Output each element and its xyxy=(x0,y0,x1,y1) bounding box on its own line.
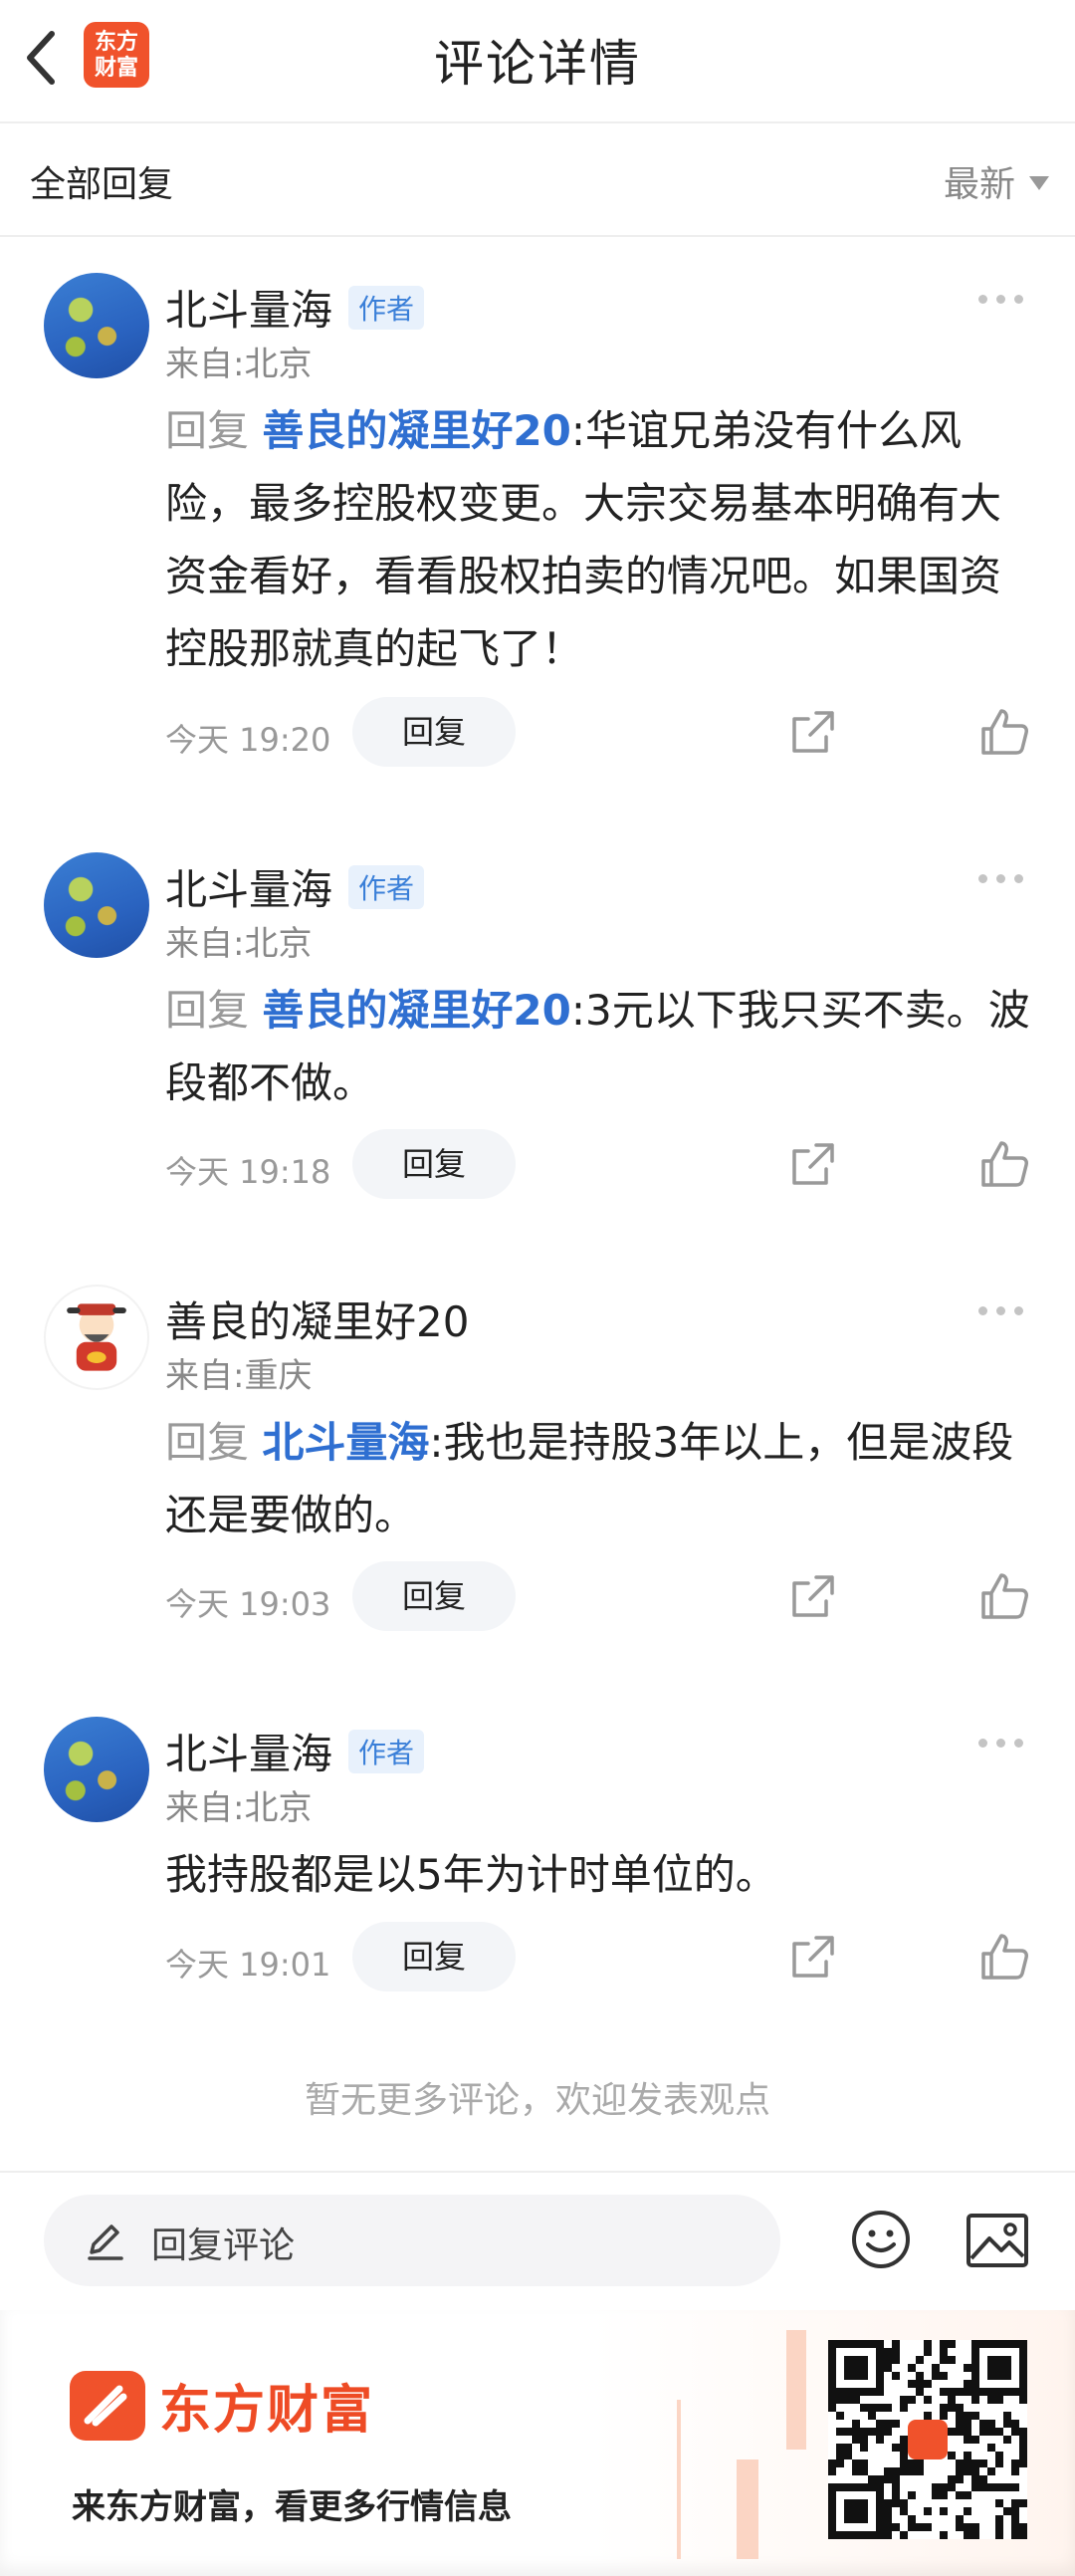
chevron-down-icon xyxy=(1029,176,1049,190)
decor-candle xyxy=(737,2459,758,2559)
reply-input[interactable]: 回复评论 xyxy=(44,2195,780,2286)
god-of-wealth-avatar xyxy=(67,1303,126,1371)
share-icon[interactable] xyxy=(788,1571,838,1621)
reply-button[interactable]: 回复 xyxy=(352,1129,516,1199)
comment-meta: 今天 19:20 回复 xyxy=(165,697,1041,767)
reply-to-user[interactable]: 善良的凝里好20 xyxy=(262,986,570,1035)
timestamp: 今天 19:01 xyxy=(165,1946,331,1984)
comment-text: 回复 善良的凝里好20:华谊兄弟没有什么风险，最多控股权变更。大宗交易基本明确有… xyxy=(165,394,1031,685)
brand-mark-icon xyxy=(70,2370,145,2441)
timestamp: 今天 19:20 xyxy=(165,721,331,759)
all-replies-label: 全部回复 xyxy=(30,164,174,205)
comment-meta: 今天 19:03 回复 xyxy=(165,1561,1041,1631)
comment-item: 北斗量海 作者 来自:北京 回复 善良的凝里好20:3元以下我只买不卖。波段都不… xyxy=(0,817,1075,1245)
sort-label: 最新 xyxy=(943,164,1015,205)
reply-button[interactable]: 回复 xyxy=(352,1561,516,1631)
reply-to-user[interactable]: 北斗量海 xyxy=(262,1418,429,1467)
comment-author[interactable]: 北斗量海 作者 xyxy=(165,277,425,338)
reply-prefix: 回复 xyxy=(165,1418,250,1467)
comment-author[interactable]: 北斗量海 作者 xyxy=(165,1721,425,1781)
timestamp: 今天 19:03 xyxy=(165,1585,331,1623)
avatar[interactable] xyxy=(44,273,149,378)
comment-author[interactable]: 北斗量海 作者 xyxy=(165,856,425,917)
avatar[interactable] xyxy=(44,852,149,958)
image-icon[interactable] xyxy=(966,2213,1029,2268)
like-icon[interactable] xyxy=(977,705,1031,759)
share-icon[interactable] xyxy=(788,707,838,757)
more-icon[interactable] xyxy=(978,1306,1023,1315)
promo-slogan: 来东方财富，看更多行情信息 xyxy=(72,2487,512,2527)
location-label: 来自:重庆 xyxy=(165,1356,313,1396)
page-title: 评论详情 xyxy=(434,35,641,93)
reply-prefix: 回复 xyxy=(165,986,250,1035)
author-name: 北斗量海 xyxy=(165,286,333,335)
decor-candle xyxy=(677,2400,681,2559)
author-badge: 作者 xyxy=(348,1729,425,1773)
top-bar: 东方 财富 评论详情 xyxy=(0,0,1075,123)
author-name: 北斗量海 xyxy=(165,1730,333,1778)
comment-item: 北斗量海 作者 来自:北京 我持股都是以5年为计时单位的。 今天 19:01 回… xyxy=(0,1681,1075,2039)
brand-name: 东方财富 xyxy=(159,2381,375,2441)
comment-body: 我持股都是以5年为计时单位的。 xyxy=(165,1850,777,1899)
like-icon[interactable] xyxy=(977,1930,1031,1984)
like-icon[interactable] xyxy=(977,1137,1031,1191)
emoji-icon[interactable] xyxy=(850,2209,912,2270)
author-name: 善良的凝里好20 xyxy=(165,1297,470,1346)
comment-item: 北斗量海 作者 来自:北京 回复 善良的凝里好20:华谊兄弟没有什么风险，最多控… xyxy=(0,237,1075,815)
share-icon[interactable] xyxy=(788,1932,838,1982)
location-label: 来自:北京 xyxy=(165,345,313,384)
brand-logo: 东方财富 xyxy=(70,2368,374,2443)
reply-input-bar: 回复评论 xyxy=(0,2171,1075,2308)
avatar[interactable] xyxy=(44,1717,149,1822)
sort-dropdown[interactable]: 最新 xyxy=(944,155,1049,207)
comment-text: 回复 善良的凝里好20:3元以下我只买不卖。波段都不做。 xyxy=(165,974,1031,1119)
comment-meta: 今天 19:18 回复 xyxy=(165,1129,1041,1199)
no-more-comments: 暂无更多评论，欢迎发表观点 xyxy=(304,2080,770,2121)
comment-author[interactable]: 善良的凝里好20 xyxy=(165,1288,469,1349)
comment-text: 我持股都是以5年为计时单位的。 xyxy=(165,1838,1031,1911)
decor-candle xyxy=(786,2330,806,2450)
author-badge: 作者 xyxy=(348,285,425,330)
pen-icon xyxy=(88,2225,123,2260)
comment-meta: 今天 19:01 回复 xyxy=(165,1922,1041,1991)
qr-code[interactable] xyxy=(828,2340,1027,2539)
like-icon[interactable] xyxy=(977,1569,1031,1623)
location-label: 来自:北京 xyxy=(165,924,313,964)
share-icon[interactable] xyxy=(788,1139,838,1189)
reply-prefix: 回复 xyxy=(165,406,250,455)
reply-button[interactable]: 回复 xyxy=(352,1922,516,1991)
location-label: 来自:北京 xyxy=(165,1788,313,1828)
more-icon[interactable] xyxy=(978,874,1023,883)
input-placeholder: 回复评论 xyxy=(151,2225,296,2266)
more-icon[interactable] xyxy=(978,295,1023,304)
author-name: 北斗量海 xyxy=(165,865,333,914)
avatar[interactable] xyxy=(44,1285,149,1390)
more-icon[interactable] xyxy=(978,1739,1023,1748)
reply-to-user[interactable]: 善良的凝里好20 xyxy=(262,406,570,455)
timestamp: 今天 19:18 xyxy=(165,1153,331,1191)
app-promo-banner[interactable]: 东方财富 来东方财富，看更多行情信息 xyxy=(0,2310,1075,2576)
replies-header: 全部回复 最新 xyxy=(0,125,1075,237)
comment-text: 回复 北斗量海:我也是持股3年以上，但是波段还是要做的。 xyxy=(165,1406,1031,1551)
comment-item: 善良的凝里好20 来自:重庆 回复 北斗量海:我也是持股3年以上，但是波段还是要… xyxy=(0,1249,1075,1677)
author-badge: 作者 xyxy=(348,864,425,909)
reply-button[interactable]: 回复 xyxy=(352,697,516,767)
